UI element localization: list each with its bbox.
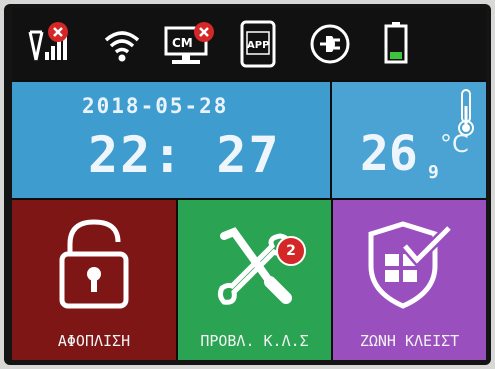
time-display: 22: 27 (88, 126, 281, 184)
wrench-screwdriver-icon (217, 227, 292, 305)
fault-check-label: ΠΡΟΒΛ. Κ.Λ.Σ (200, 332, 309, 350)
power-plug-icon[interactable] (302, 16, 358, 72)
status-bar: CM APP (12, 8, 486, 80)
disarm-tile[interactable]: ΑΦΟΠΛΙΣΗ (12, 200, 176, 360)
fault-check-tile[interactable]: 2 ΠΡΟΒΛ. Κ.Λ.Σ (178, 200, 331, 360)
zone-bypass-tile[interactable]: ΖΩΝΗ ΚΛΕΙΣΤ (333, 200, 486, 360)
screen: CM APP 2018-05-28 22: 27 26 9 °C ΑΦΟΠΛΙΣ… (12, 8, 486, 360)
temperature-decimal: 9 (428, 162, 439, 183)
temperature-tile[interactable]: 26 9 °C (332, 82, 486, 198)
app-phone-icon[interactable]: APP (230, 16, 286, 72)
battery-icon[interactable] (368, 16, 424, 72)
open-padlock-icon (59, 219, 129, 309)
app-label: APP (247, 40, 269, 51)
cms-label: CM (172, 36, 193, 50)
temperature-unit: °C (440, 130, 469, 158)
shield-check-icon (368, 221, 453, 309)
signal-strength-icon[interactable] (20, 16, 76, 72)
fault-count-badge: 2 (276, 236, 306, 266)
cms-monitor-icon[interactable]: CM (162, 16, 218, 72)
date-display: 2018-05-28 (82, 94, 229, 118)
temperature-value: 26 (360, 126, 418, 182)
zone-label: ΖΩΝΗ ΚΛΕΙΣΤ (359, 332, 460, 350)
wifi-icon[interactable] (94, 16, 150, 72)
disarm-label: ΑΦΟΠΛΙΣΗ (57, 332, 131, 350)
clock-tile[interactable]: 2018-05-28 22: 27 (12, 82, 330, 198)
